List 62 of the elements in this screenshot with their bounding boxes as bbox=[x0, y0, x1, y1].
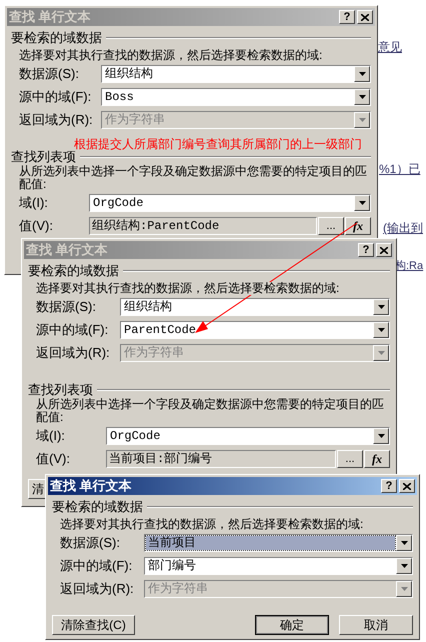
field-label: 源中的域(F): bbox=[36, 321, 110, 340]
dialog-button[interactable]: 清除查找(C) bbox=[52, 615, 135, 635]
field-label: 值(V): bbox=[36, 450, 71, 468]
close-icon bbox=[361, 14, 369, 20]
field-label: 数据源(S): bbox=[36, 298, 97, 316]
browse-button[interactable]: ... bbox=[337, 450, 363, 468]
dropdown-arrow-icon bbox=[378, 305, 384, 309]
formula-button[interactable]: fx bbox=[364, 450, 390, 468]
group-title: 要检索的域数据 bbox=[52, 498, 143, 516]
dropdown-field[interactable]: ParentCode bbox=[120, 321, 390, 339]
dropdown-field[interactable]: Boss bbox=[101, 88, 371, 106]
dropdown-arrow-icon bbox=[378, 328, 384, 332]
help-button[interactable]: ? bbox=[381, 479, 397, 493]
field-label: 数据源(S): bbox=[19, 65, 80, 84]
group-title: 要检索的域数据 bbox=[28, 262, 119, 280]
link-text[interactable]: %1）已 bbox=[379, 162, 420, 176]
dialog-button[interactable]: 取消 bbox=[339, 615, 413, 635]
field-label: 返回域为(R): bbox=[19, 111, 94, 130]
close-icon bbox=[403, 482, 411, 490]
dropdown-field[interactable]: OrgCode bbox=[89, 194, 371, 212]
field-label: 返回域为(R): bbox=[36, 344, 111, 362]
dropdown-arrow-icon bbox=[400, 541, 408, 545]
field-label: 域(I): bbox=[36, 427, 66, 446]
field-label: 值(V): bbox=[19, 217, 54, 236]
close-button[interactable] bbox=[399, 479, 415, 493]
field-label: 返回域为(R): bbox=[60, 580, 135, 598]
field-label: 源中的域(F): bbox=[60, 557, 134, 576]
close-icon bbox=[380, 246, 388, 254]
dropdown-arrow-icon bbox=[400, 587, 408, 591]
window-title: 查找 单行文本 bbox=[26, 241, 109, 260]
group-title: 查找列表项 bbox=[11, 149, 76, 165]
group-title: 查找列表项 bbox=[28, 381, 93, 398]
dropdown-field[interactable]: 组织结构 bbox=[120, 298, 390, 316]
field-label: 源中的域(F): bbox=[19, 88, 92, 106]
dropdown-arrow-icon bbox=[400, 564, 408, 568]
close-button[interactable] bbox=[357, 10, 373, 24]
group-title: 要检索的域数据 bbox=[11, 29, 102, 48]
dropdown-field[interactable]: 部门编号 bbox=[144, 557, 413, 575]
dropdown-arrow-icon bbox=[358, 118, 366, 122]
dropdown-arrow-icon bbox=[378, 351, 384, 355]
dropdown-field[interactable]: OrgCode bbox=[106, 427, 390, 445]
value-field[interactable]: 当前项目:部门编号 bbox=[106, 450, 336, 468]
window-title: 查找 单行文本 bbox=[9, 8, 92, 26]
formula-button[interactable]: fx bbox=[345, 217, 371, 235]
link-text[interactable]: 意见 bbox=[378, 40, 402, 54]
dialog-button[interactable]: 确定 bbox=[255, 615, 329, 635]
dropdown-arrow-icon bbox=[358, 72, 366, 76]
link-text[interactable]: (输出到 bbox=[383, 221, 423, 235]
help-button[interactable]: ? bbox=[358, 243, 374, 257]
dropdown-field[interactable]: 组织结构 bbox=[101, 65, 371, 83]
field-label: 域(I): bbox=[19, 194, 49, 212]
browse-button[interactable]: ... bbox=[318, 217, 344, 235]
window-title: 查找 单行文本 bbox=[50, 477, 133, 496]
close-button[interactable] bbox=[376, 243, 392, 257]
field-label: 数据源(S): bbox=[60, 534, 121, 552]
value-field[interactable]: 组织结构:ParentCode bbox=[89, 217, 317, 235]
dropdown-field[interactable]: 当前项目 bbox=[144, 534, 413, 552]
help-button[interactable]: ? bbox=[339, 10, 355, 24]
dropdown-arrow-icon bbox=[358, 95, 366, 99]
dropdown-arrow-icon bbox=[358, 201, 366, 205]
dropdown-arrow-icon bbox=[378, 434, 384, 438]
annotation-text: 根据提交人所属部门编号查询其所属部门的上一级部门 bbox=[74, 137, 362, 151]
